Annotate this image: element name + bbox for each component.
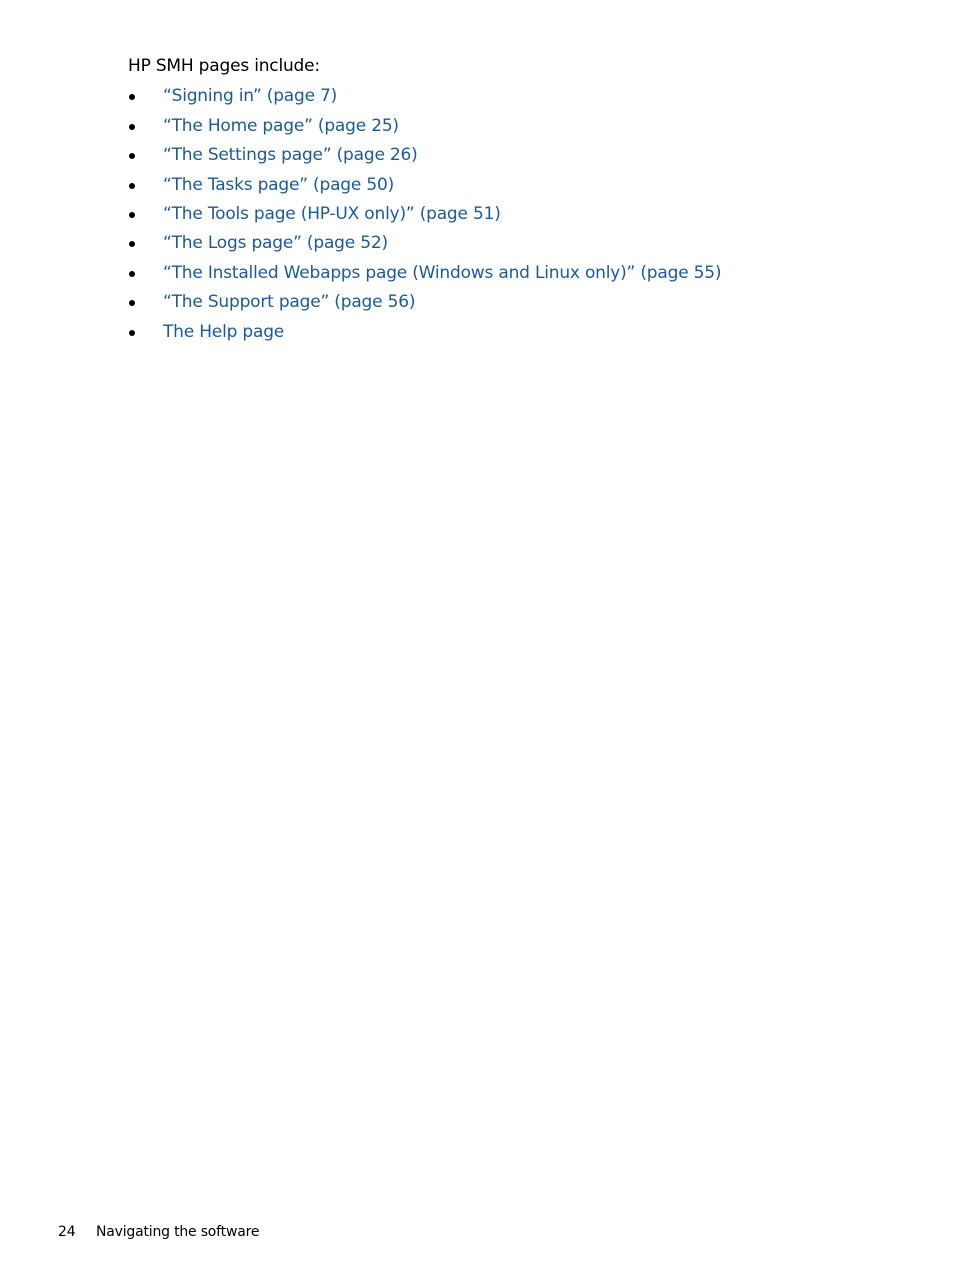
bullet-icon: [129, 330, 135, 336]
link-tools-page[interactable]: “The Tools page (HP-UX only)” (page 51): [163, 203, 501, 225]
link-logs-page[interactable]: “The Logs page” (page 52): [163, 232, 388, 254]
bullet-icon: [129, 300, 135, 306]
page-number: 24: [58, 1224, 76, 1240]
link-settings-page[interactable]: “The Settings page” (page 26): [163, 144, 418, 166]
link-help-page[interactable]: The Help page: [163, 321, 284, 343]
link-support-page[interactable]: “The Support page” (page 56): [163, 291, 415, 313]
bullet-icon: [129, 124, 135, 130]
link-tasks-page[interactable]: “The Tasks page” (page 50): [163, 174, 394, 196]
link-signing-in[interactable]: “Signing in” (page 7): [163, 85, 337, 107]
intro-text: HP SMH pages include:: [128, 56, 320, 76]
bullet-icon: [129, 183, 135, 189]
page-footer: 24 Navigating the software: [58, 1223, 259, 1241]
link-installed-webapps-page[interactable]: “The Installed Webapps page (Windows and…: [163, 262, 722, 284]
bullet-icon: [129, 153, 135, 159]
bullet-icon: [129, 212, 135, 218]
bullet-icon: [129, 271, 135, 277]
section-title: Navigating the software: [96, 1224, 260, 1240]
bullet-icon: [129, 241, 135, 247]
bullet-icon: [129, 94, 135, 100]
link-home-page[interactable]: “The Home page” (page 25): [163, 115, 399, 137]
